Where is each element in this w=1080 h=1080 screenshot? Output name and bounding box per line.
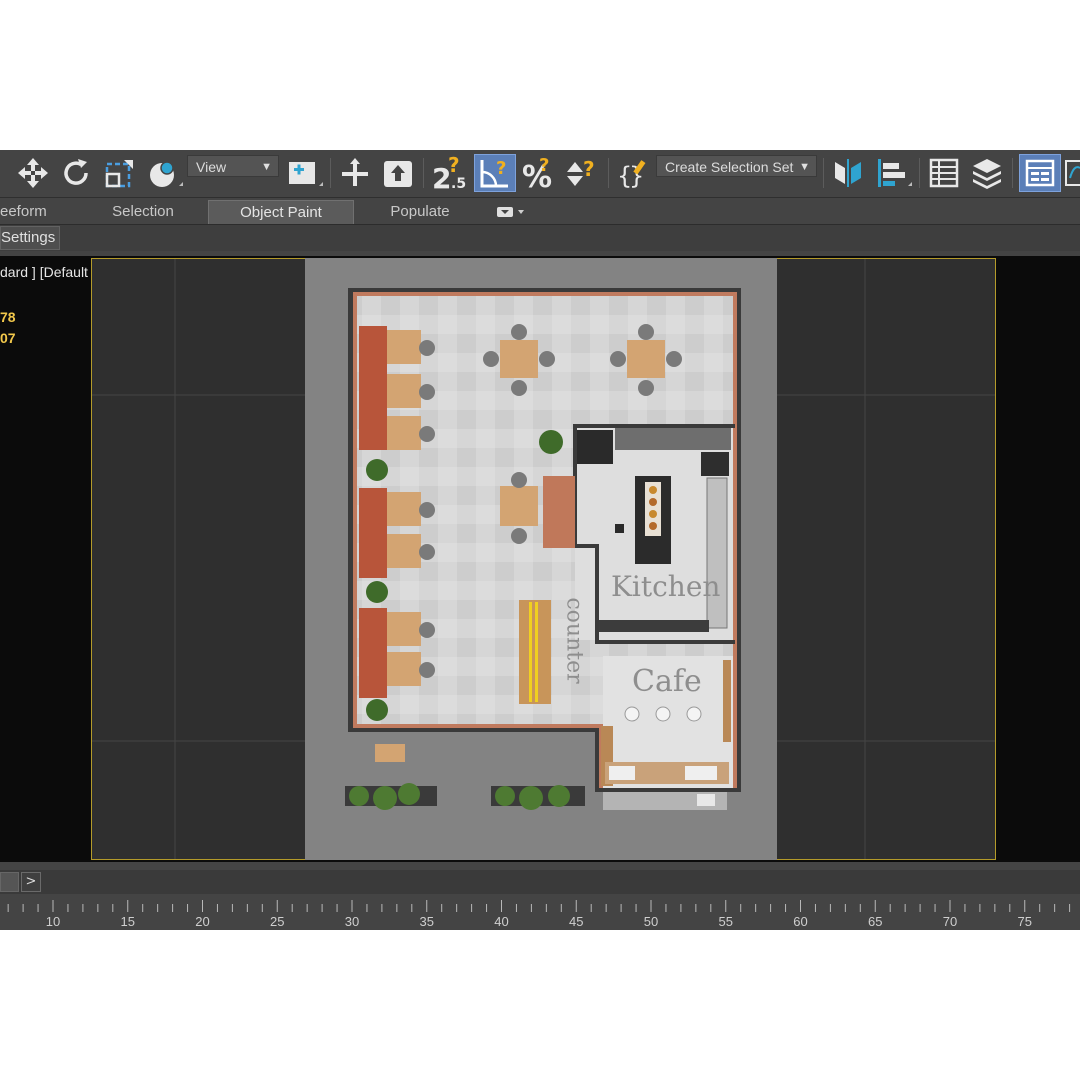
tick-label: 45: [569, 914, 584, 929]
tick-label: 10: [45, 914, 61, 929]
tab-populate[interactable]: Populate: [374, 200, 466, 224]
tick-label: 15: [120, 914, 135, 929]
left-viewport[interactable]: dard ] [Default Shading ] 78 07: [0, 256, 151, 862]
cafe-floor-plan: [305, 258, 777, 860]
scale-icon[interactable]: [101, 154, 139, 192]
tick-label: 50: [643, 914, 659, 929]
svg-text:?: ?: [496, 158, 506, 179]
viewport-area[interactable]: dard ] [Default Shading ] 78 07 Kitchen …: [0, 256, 1080, 862]
selection-set-dropdown-value: Create Selection Set: [665, 159, 794, 175]
tick-label: 35: [419, 914, 434, 929]
tick-label: 30: [344, 914, 360, 929]
chevron-down-icon: ▼: [261, 161, 272, 173]
floor-plan-render: Kitchen Cafe counter: [305, 258, 777, 860]
toolbar-separator: [330, 158, 331, 188]
track-bar[interactable]: 10 15 20 25 30 35 40 45 50 55 60 65 70 75: [0, 898, 1080, 930]
svg-text:.5: .5: [451, 176, 466, 192]
right-viewport[interactable]: [996, 256, 1080, 862]
cafe-label: Cafe: [632, 664, 702, 699]
tick-label: 65: [868, 914, 883, 929]
settings-panel-tab[interactable]: Settings: [0, 226, 61, 250]
svg-text:?: ?: [539, 155, 549, 176]
chevron-down-icon: ▼: [799, 161, 810, 173]
layer-explorer-icon[interactable]: [968, 154, 1006, 192]
main-toolbar: View ▼ 2 .5 ? ? % ? ? {} Create Selecti…: [0, 150, 1080, 197]
max-app-window: View ▼ 2 .5 ? ? % ? ? {} Create Selecti…: [0, 150, 1080, 930]
tick-label: 25: [270, 914, 285, 929]
svg-text:?: ?: [583, 157, 595, 181]
toolbar-separator: [823, 158, 824, 188]
tick-label: 55: [718, 914, 733, 929]
svg-text:?: ?: [448, 154, 460, 177]
percent-snap-icon[interactable]: % ?: [520, 154, 558, 192]
scene-explorer-icon[interactable]: [925, 154, 963, 192]
kitchen-label: Kitchen: [611, 570, 721, 603]
ribbon-options-button[interactable]: [490, 200, 530, 224]
move-icon[interactable]: [14, 154, 52, 192]
tab-selection[interactable]: Selection: [96, 200, 190, 224]
spinner-snap-icon[interactable]: ?: [562, 154, 602, 192]
selection-set-dropdown[interactable]: Create Selection Set ▼: [656, 155, 817, 177]
track-bar-ticks: [7, 900, 1071, 912]
next-frame-button[interactable]: >: [21, 872, 41, 892]
tab-object-paint[interactable]: Object Paint: [208, 200, 354, 224]
toolbar-separator: [919, 158, 920, 188]
placement-icon[interactable]: [144, 154, 184, 192]
view-dropdown-value: View: [196, 159, 227, 175]
tick-label: 75: [1017, 914, 1032, 929]
counter-label: counter: [561, 597, 587, 684]
select-and-link-icon[interactable]: [336, 154, 374, 192]
timeline-area: > 10 15 20 25 30 35 40 45 50 55 60 65 70 75: [0, 862, 1080, 930]
ribbon-panel-row: Settings: [0, 224, 1080, 251]
tick-label: 70: [942, 914, 958, 929]
tab-freeform[interactable]: eeform: [0, 200, 50, 224]
toolbar-separator: [1012, 158, 1013, 188]
toggle-ribbon-icon[interactable]: [1019, 154, 1061, 192]
snap-2-5d-icon[interactable]: 2 .5 ?: [430, 154, 470, 192]
viewport-stat: 78: [0, 309, 16, 325]
tick-label: 20: [195, 914, 210, 929]
select-and-manipulate-icon[interactable]: [379, 154, 417, 192]
time-slider-thumb[interactable]: [0, 872, 19, 892]
tick-label: 60: [793, 914, 808, 929]
align-icon[interactable]: [873, 154, 913, 192]
ribbon-tab-bar: eeform Selection Object Paint Populate: [0, 197, 1080, 225]
pivot-icon[interactable]: [284, 154, 324, 192]
angle-snap-icon[interactable]: ?: [474, 154, 516, 192]
toolbar-separator: [423, 158, 424, 188]
time-slider[interactable]: >: [0, 870, 1080, 894]
view-dropdown[interactable]: View ▼: [187, 155, 279, 177]
toolbar-separator: [608, 158, 609, 188]
edit-named-sets-icon[interactable]: { }: [614, 154, 652, 192]
tick-label: 40: [494, 914, 509, 929]
curve-editor-icon[interactable]: [1064, 154, 1080, 192]
rotate-icon[interactable]: [57, 154, 95, 192]
mirror-icon[interactable]: [829, 154, 867, 192]
viewport-stat: 07: [0, 330, 16, 346]
